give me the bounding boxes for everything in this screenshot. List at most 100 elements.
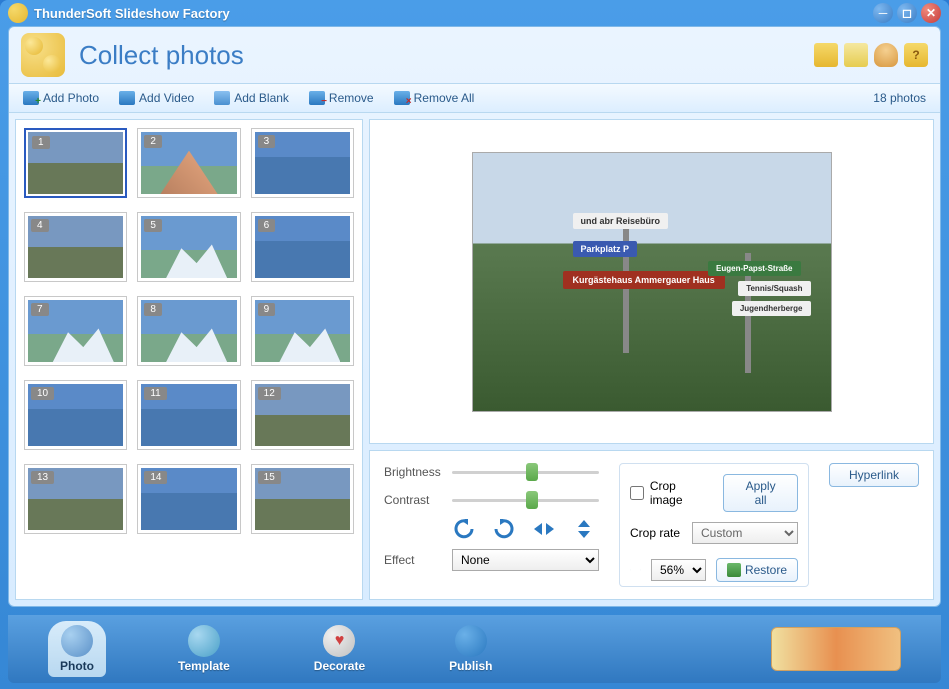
zoom-select[interactable]: 56% <box>651 559 706 581</box>
thumb-number: 5 <box>144 219 162 232</box>
remove-label: Remove <box>329 91 374 105</box>
nav-publish-label: Publish <box>449 659 492 673</box>
photo-icon <box>61 625 93 657</box>
app-logo-icon <box>8 3 28 23</box>
thumbnail[interactable]: 5 <box>137 212 240 282</box>
slider-thumb[interactable] <box>526 463 538 481</box>
thumb-number: 6 <box>258 219 276 232</box>
restore-label: Restore <box>745 563 787 577</box>
thumbnail[interactable]: 3 <box>251 128 354 198</box>
thumbnail[interactable]: 11 <box>137 380 240 450</box>
restore-icon <box>727 563 741 577</box>
add-video-icon <box>119 91 135 105</box>
open-folder-icon[interactable] <box>814 43 838 67</box>
rotate-right-button[interactable] <box>492 519 516 539</box>
crop-group: Crop image Apply all Crop rate Custom 56… <box>619 463 809 587</box>
thumbnail[interactable]: 2 <box>137 128 240 198</box>
page-title: Collect photos <box>79 40 244 71</box>
preview-panel: und abr Reisebüro Parkplatz P Kurgästeha… <box>369 119 934 444</box>
add-photo-button[interactable]: Add Photo <box>15 88 107 108</box>
add-photo-label: Add Photo <box>43 91 99 105</box>
effect-select[interactable]: None <box>452 549 599 571</box>
thumb-number: 13 <box>31 471 54 484</box>
thumb-number: 1 <box>32 136 50 149</box>
window-title: ThunderSoft Slideshow Factory <box>34 6 230 21</box>
bottom-nav: Photo Template Decorate Publish <box>8 615 941 683</box>
controls-panel: Brightness Contrast <box>369 450 934 600</box>
flower-logo-icon <box>21 33 65 77</box>
preview-sign: Jugendherberge <box>732 301 811 316</box>
crop-rate-label: Crop rate <box>630 526 686 540</box>
thumbnail[interactable]: 1 <box>24 128 127 198</box>
nav-template-label: Template <box>178 659 230 673</box>
gallery-panel: 123456789101112131415 <box>15 119 363 600</box>
add-video-label: Add Video <box>139 91 194 105</box>
preview-sign: Kurgästehaus Ammergauer Haus <box>563 271 725 289</box>
nav-photo[interactable]: Photo <box>48 621 106 677</box>
nav-publish[interactable]: Publish <box>437 621 504 677</box>
contrast-label: Contrast <box>384 493 444 507</box>
restore-button[interactable]: Restore <box>716 558 798 582</box>
template-icon <box>188 625 220 657</box>
effect-label: Effect <box>384 553 444 567</box>
thumbnail[interactable]: 10 <box>24 380 127 450</box>
nav-template[interactable]: Template <box>166 621 242 677</box>
nav-decorate[interactable]: Decorate <box>302 621 377 677</box>
thumbnail[interactable]: 6 <box>251 212 354 282</box>
thumbnail[interactable]: 7 <box>24 296 127 366</box>
thumbnail[interactable]: 14 <box>137 464 240 534</box>
notes-icon[interactable] <box>844 43 868 67</box>
decorate-icon <box>323 625 355 657</box>
remove-button[interactable]: Remove <box>301 88 382 108</box>
remove-icon <box>309 91 325 105</box>
hyperlink-button[interactable]: Hyperlink <box>829 463 919 487</box>
add-video-button[interactable]: Add Video <box>111 88 202 108</box>
publish-icon <box>455 625 487 657</box>
page-header: Collect photos ? <box>9 27 940 83</box>
flip-vertical-button[interactable] <box>572 519 596 539</box>
nav-photo-label: Photo <box>60 659 94 673</box>
contrast-slider[interactable] <box>452 491 599 509</box>
thumb-number: 3 <box>258 135 276 148</box>
thumb-number: 2 <box>144 135 162 148</box>
remove-all-label: Remove All <box>414 91 475 105</box>
crop-image-label: Crop image <box>650 479 711 507</box>
flip-horizontal-button[interactable] <box>532 519 556 539</box>
rotate-left-button[interactable] <box>452 519 476 539</box>
help-icon[interactable]: ? <box>904 43 928 67</box>
brand-badge <box>771 627 901 671</box>
thumbnail[interactable]: 12 <box>251 380 354 450</box>
thumb-number: 7 <box>31 303 49 316</box>
nav-decorate-label: Decorate <box>314 659 365 673</box>
add-photo-icon <box>23 91 39 105</box>
thumbnail[interactable]: 9 <box>251 296 354 366</box>
add-blank-icon <box>214 91 230 105</box>
apply-all-button[interactable]: Apply all <box>723 474 798 512</box>
thumbnail[interactable]: 15 <box>251 464 354 534</box>
thumbnail[interactable]: 4 <box>24 212 127 282</box>
add-blank-button[interactable]: Add Blank <box>206 88 297 108</box>
user-icon[interactable] <box>874 43 898 67</box>
minimize-button[interactable]: ─ <box>873 3 893 23</box>
crop-image-checkbox[interactable] <box>630 486 644 500</box>
thumb-number: 9 <box>258 303 276 316</box>
preview-sign: und abr Reisebüro <box>573 213 669 229</box>
thumbnail[interactable]: 8 <box>137 296 240 366</box>
gallery-scroll[interactable]: 123456789101112131415 <box>16 120 362 599</box>
photo-count: 18 photos <box>873 91 934 105</box>
close-button[interactable]: ✕ <box>921 3 941 23</box>
preview-sign: Parkplatz P <box>573 241 638 257</box>
remove-all-button[interactable]: Remove All <box>386 88 483 108</box>
thumb-number: 14 <box>144 471 167 484</box>
thumb-number: 8 <box>144 303 162 316</box>
remove-all-icon <box>394 91 410 105</box>
thumb-number: 15 <box>258 471 281 484</box>
thumbnail[interactable]: 13 <box>24 464 127 534</box>
slider-thumb[interactable] <box>526 491 538 509</box>
maximize-button[interactable]: ◻ <box>897 3 917 23</box>
thumb-number: 12 <box>258 387 281 400</box>
crop-rate-select[interactable]: Custom <box>692 522 798 544</box>
thumb-number: 10 <box>31 387 54 400</box>
preview-sign: Eugen-Papst-Straße <box>708 261 800 276</box>
brightness-slider[interactable] <box>452 463 599 481</box>
